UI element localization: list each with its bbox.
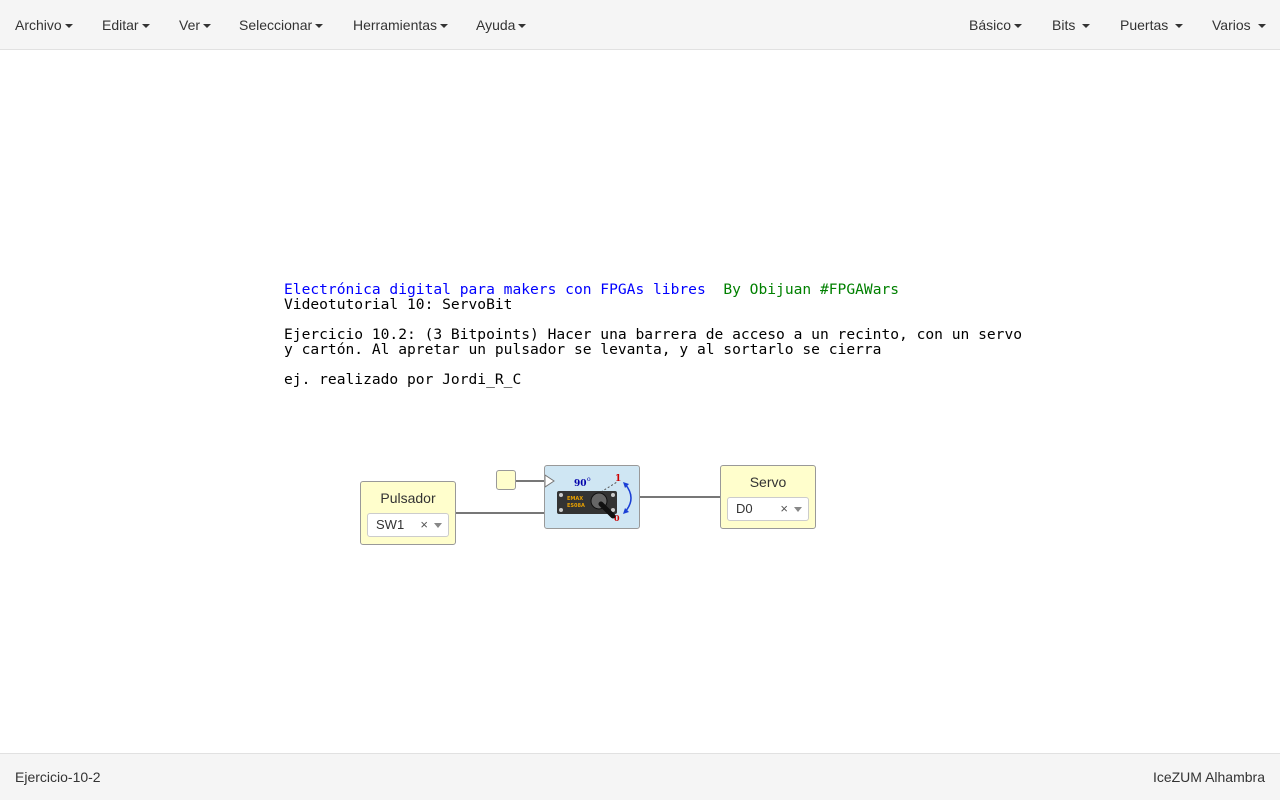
menu-ayuda[interactable]: Ayuda [476, 0, 527, 50]
clear-icon[interactable]: × [420, 514, 428, 536]
menu-seleccionar[interactable]: Seleccionar [239, 0, 324, 50]
menu-puertas-label: Puertas [1120, 17, 1169, 33]
dropdown-arrow-icon[interactable] [434, 523, 442, 528]
servo-icon: 90 o 1 0 EMAX ES08A [544, 474, 632, 523]
pulsador-title: Pulsador [380, 490, 436, 506]
servo-title: Servo [749, 474, 787, 490]
caret-down-icon [440, 24, 449, 29]
design-canvas[interactable]: Electrónica digital para makers con FPGA… [0, 51, 1280, 753]
caret-down-icon [64, 24, 73, 29]
menu-herramientas-label: Herramientas [353, 17, 438, 33]
servo-pin-select[interactable]: D0 × [727, 497, 809, 521]
servobit-module[interactable]: 90 o 1 0 EMAX ES08A [544, 465, 640, 529]
menu-archivo[interactable]: Archivo [15, 0, 73, 50]
menu-seleccionar-label: Seleccionar [239, 17, 313, 33]
menu-herramientas[interactable]: Herramientas [353, 0, 449, 50]
info-author: By Obijuan #FPGAWars [723, 281, 900, 298]
menu-ayuda-label: Ayuda [476, 17, 516, 33]
info-block[interactable]: Electrónica digital para makers con FPGA… [284, 282, 1022, 387]
pulsador-pin-select[interactable]: SW1 × [367, 513, 449, 537]
menu-ver[interactable]: Ver [179, 0, 212, 50]
menu-editar-label: Editar [102, 17, 139, 33]
caret-down-icon [1014, 24, 1023, 29]
info-credit: ej. realizado por Jordi_R_C [284, 371, 522, 388]
status-bar: Ejercicio-10-2 IceZUM Alhambra [0, 753, 1280, 800]
caret-down-icon [141, 24, 150, 29]
caret-down-icon [203, 24, 212, 29]
menu-varios-label: Varios [1212, 17, 1251, 33]
menu-ver-label: Ver [179, 17, 201, 33]
menu-bar: Archivo Editar Ver Seleccionar Herramien… [0, 0, 1280, 50]
caret-down-icon [315, 24, 324, 29]
menu-basico[interactable]: Básico [969, 0, 1023, 50]
pulsador-input-block[interactable]: Pulsador SW1 × [360, 481, 456, 545]
servo-degree-label: o [587, 476, 591, 483]
constant-input-block[interactable] [496, 470, 516, 490]
clear-icon[interactable]: × [780, 498, 788, 520]
board-name[interactable]: IceZUM Alhambra [1153, 754, 1265, 800]
menu-archivo-label: Archivo [15, 17, 62, 33]
info-exercise-line2: y cartón. Al apretar un pulsador se leva… [284, 341, 882, 358]
menu-varios[interactable]: Varios [1212, 0, 1266, 50]
project-name: Ejercicio-10-2 [15, 769, 101, 785]
caret-down-icon [1175, 24, 1184, 29]
menu-bits[interactable]: Bits [1052, 0, 1091, 50]
menu-basico-label: Básico [969, 17, 1012, 33]
dropdown-arrow-icon[interactable] [794, 507, 802, 512]
menu-puertas[interactable]: Puertas [1120, 0, 1184, 50]
caret-down-icon [1082, 24, 1091, 29]
servo-model-label: ES08A [567, 503, 585, 509]
wire-pulsador-servobit [455, 512, 545, 514]
wire-constant-servobit [516, 480, 546, 482]
menu-bits-label: Bits [1052, 17, 1076, 33]
servo-pin-value: D0 [736, 501, 753, 516]
info-tutorial: Videotutorial 10: ServoBit [284, 296, 513, 313]
servo-angle-label: 90 [574, 479, 587, 489]
pulsador-pin-value: SW1 [376, 517, 405, 532]
caret-down-icon [518, 24, 527, 29]
caret-down-icon [1257, 24, 1266, 29]
servo-brand-label: EMAX [567, 496, 583, 502]
menu-editar[interactable]: Editar [102, 0, 150, 50]
servo-output-block[interactable]: Servo D0 × [720, 465, 816, 529]
wire-servobit-servo [639, 496, 721, 498]
